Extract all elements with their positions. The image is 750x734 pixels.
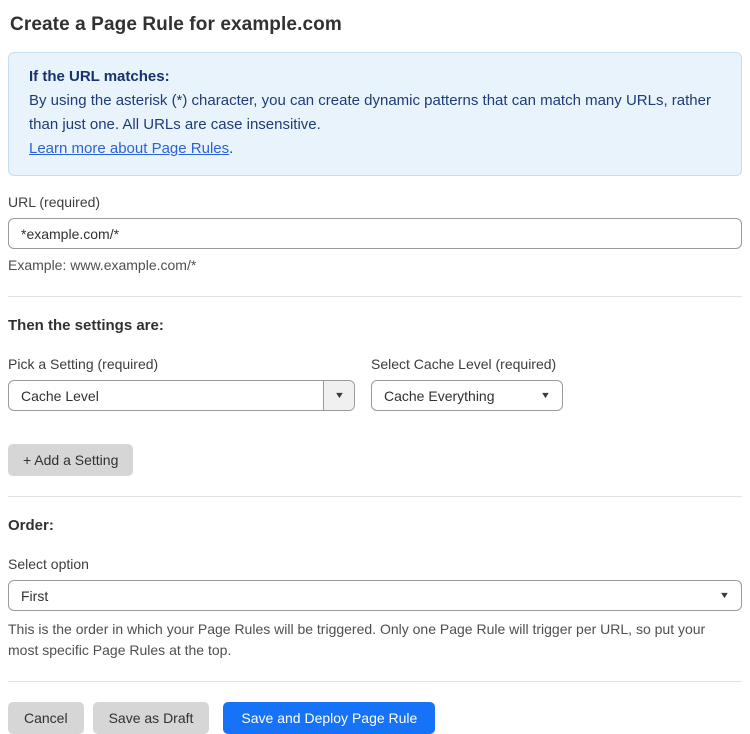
link-suffix: . bbox=[229, 140, 234, 157]
url-field-label: URL (required) bbox=[8, 194, 101, 210]
divider bbox=[8, 681, 742, 682]
settings-section-heading: Then the settings are: bbox=[8, 317, 164, 334]
info-box-heading: If the URL matches: bbox=[29, 68, 170, 85]
chevron-down-icon: ▼ bbox=[718, 590, 731, 600]
order-section-heading: Order: bbox=[8, 517, 54, 534]
footer-actions: Cancel Save as Draft Save and Deploy Pag… bbox=[8, 702, 742, 734]
setting-picker-dropdown[interactable]: Cache Level ▼ bbox=[8, 380, 355, 411]
add-setting-button[interactable]: + Add a Setting bbox=[8, 444, 134, 476]
save-as-draft-button[interactable]: Save as Draft bbox=[92, 702, 210, 734]
url-match-info-box: If the URL matches: By using the asteris… bbox=[8, 52, 742, 176]
cancel-button[interactable]: Cancel bbox=[8, 702, 84, 734]
page-title: Create a Page Rule for example.com bbox=[10, 14, 342, 35]
setting-picker-value: Cache Level bbox=[21, 387, 99, 404]
divider bbox=[8, 296, 742, 297]
learn-more-link[interactable]: Learn more about Page Rules bbox=[29, 140, 229, 157]
url-example-text: Example: www.example.com/* bbox=[8, 257, 197, 273]
cache-level-dropdown[interactable]: Cache Everything ▼ bbox=[371, 380, 563, 411]
cache-level-label: Select Cache Level (required) bbox=[371, 356, 557, 372]
url-input[interactable] bbox=[8, 218, 742, 249]
setting-picker-arrow-button[interactable]: ▼ bbox=[323, 381, 354, 410]
order-select-label: Select option bbox=[8, 556, 89, 572]
info-box-body: By using the asterisk (*) character, you… bbox=[29, 92, 711, 133]
save-and-deploy-button[interactable]: Save and Deploy Page Rule bbox=[223, 702, 436, 734]
cache-level-value: Cache Everything bbox=[384, 387, 495, 404]
order-dropdown[interactable]: First ▼ bbox=[8, 580, 742, 611]
page-rule-form: Create a Page Rule for example.com If th… bbox=[0, 0, 750, 734]
chevron-down-icon: ▼ bbox=[539, 390, 552, 400]
info-box-link-line: Learn more about Page Rules. bbox=[29, 137, 721, 161]
order-value: First bbox=[21, 587, 49, 604]
pick-setting-label: Pick a Setting (required) bbox=[8, 356, 159, 372]
order-help-text: This is the order in which your Page Rul… bbox=[8, 621, 706, 658]
chevron-down-icon: ▼ bbox=[333, 390, 345, 400]
divider bbox=[8, 496, 742, 497]
